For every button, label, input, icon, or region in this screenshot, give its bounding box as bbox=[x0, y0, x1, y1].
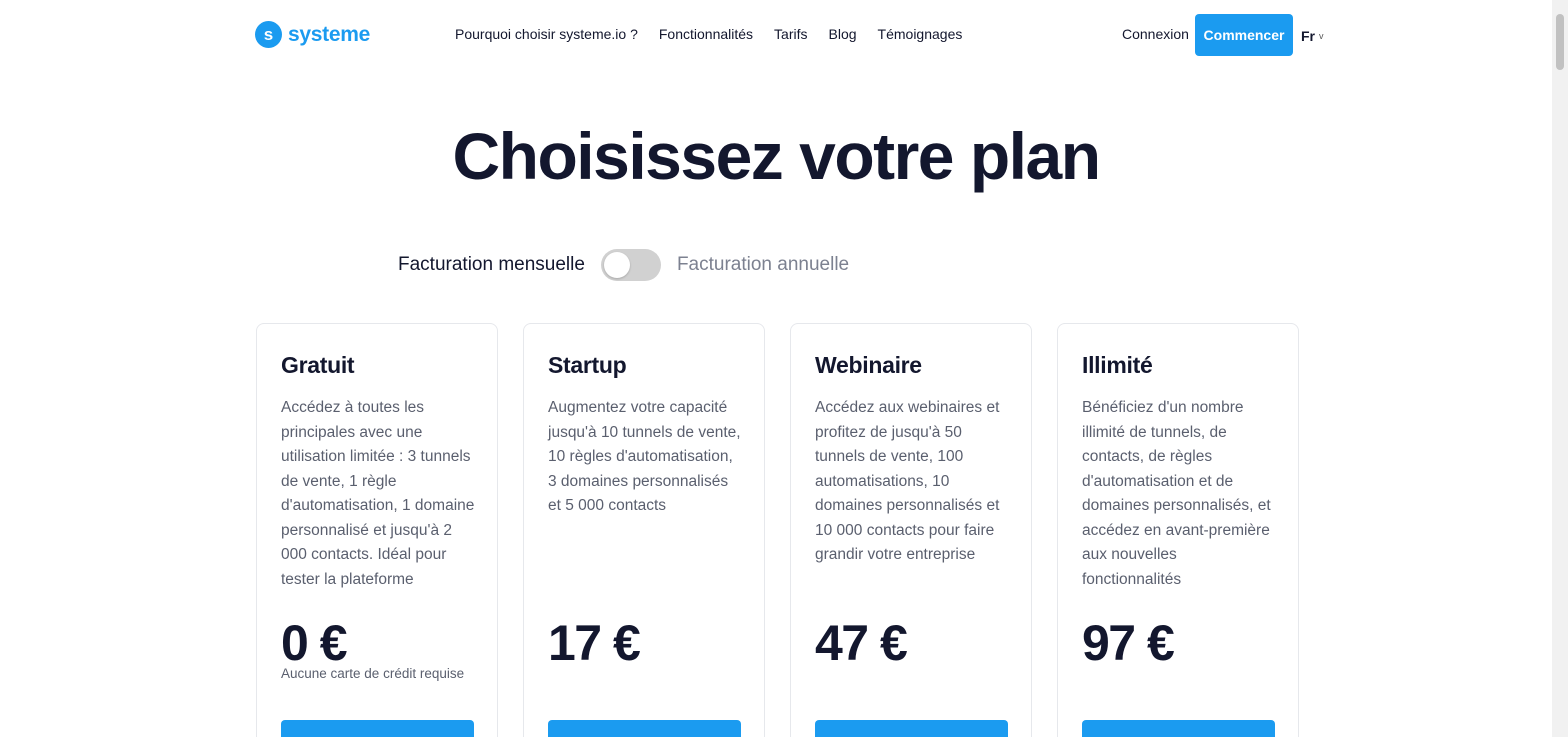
logo-wordmark: systeme bbox=[288, 22, 370, 46]
chevron-down-icon: v bbox=[1319, 31, 1324, 41]
nav-tarifs[interactable]: Tarifs bbox=[774, 26, 807, 42]
plan-name: Webinaire bbox=[815, 352, 922, 378]
plan-name: Illimité bbox=[1082, 352, 1153, 378]
plan-name: Startup bbox=[548, 352, 627, 378]
plan-card-webinaire: Webinaire Accédez aux webinaires et prof… bbox=[790, 323, 1032, 737]
plan-note: Aucune carte de crédit requise bbox=[281, 666, 465, 681]
nav-pourquoi-choisir[interactable]: Pourquoi choisir systeme.io ? bbox=[455, 26, 638, 42]
billing-switch: Facturation mensuelle Facturation annuel… bbox=[398, 249, 849, 281]
page-scrollbar[interactable] bbox=[1552, 0, 1568, 737]
plan-select-button[interactable] bbox=[815, 720, 1008, 737]
systeme-logo-icon: s bbox=[255, 21, 282, 48]
toggle-knob bbox=[603, 252, 630, 278]
plan-description: Accédez aux webinaires et profitez de ju… bbox=[815, 399, 1000, 563]
plan-price: 17 € bbox=[548, 615, 641, 671]
plan-description: Accédez à toutes les principales avec un… bbox=[281, 399, 475, 588]
systeme-logo[interactable]: s systeme bbox=[255, 21, 370, 48]
language-label: Fr bbox=[1301, 28, 1315, 44]
nav-blog[interactable]: Blog bbox=[829, 26, 857, 42]
plan-description: Bénéficiez d'un nombre illimité de tunne… bbox=[1082, 399, 1271, 588]
plan-select-button[interactable] bbox=[1082, 720, 1275, 737]
nav-fonctionnalites[interactable]: Fonctionnalités bbox=[659, 26, 753, 42]
plan-price: 47 € bbox=[815, 615, 908, 671]
plan-description: Augmentez votre capacité jusqu'à 10 tunn… bbox=[548, 399, 741, 514]
site-header: s systeme Pourquoi choisir systeme.io ? … bbox=[0, 0, 1552, 70]
plan-name: Gratuit bbox=[281, 352, 355, 378]
pricing-cards: Gratuit Accédez à toutes les principales… bbox=[256, 323, 1299, 737]
plan-card-illimite: Illimité Bénéficiez d'un nombre illimité… bbox=[1057, 323, 1299, 737]
page-title: Choisissez votre plan bbox=[452, 119, 1101, 193]
plan-card-startup: Startup Augmentez votre capacité jusqu'à… bbox=[523, 323, 765, 737]
login-link[interactable]: Connexion bbox=[1122, 26, 1189, 42]
scrollbar-thumb[interactable] bbox=[1556, 14, 1564, 70]
nav-temoignages[interactable]: Témoignages bbox=[878, 26, 963, 42]
billing-toggle[interactable] bbox=[600, 249, 661, 281]
annual-billing-label: Facturation annuelle bbox=[676, 254, 850, 275]
plan-price: 97 € bbox=[1082, 615, 1175, 671]
plan-select-button[interactable] bbox=[548, 720, 741, 737]
monthly-billing-label: Facturation mensuelle bbox=[398, 254, 585, 275]
plan-card-gratuit: Gratuit Accédez à toutes les principales… bbox=[256, 323, 498, 737]
main-nav: Pourquoi choisir systeme.io ? Fonctionna… bbox=[455, 26, 962, 42]
language-selector[interactable]: Fr v bbox=[1301, 28, 1324, 44]
plan-select-button[interactable] bbox=[281, 720, 474, 737]
start-button[interactable]: Commencer bbox=[1195, 14, 1293, 56]
